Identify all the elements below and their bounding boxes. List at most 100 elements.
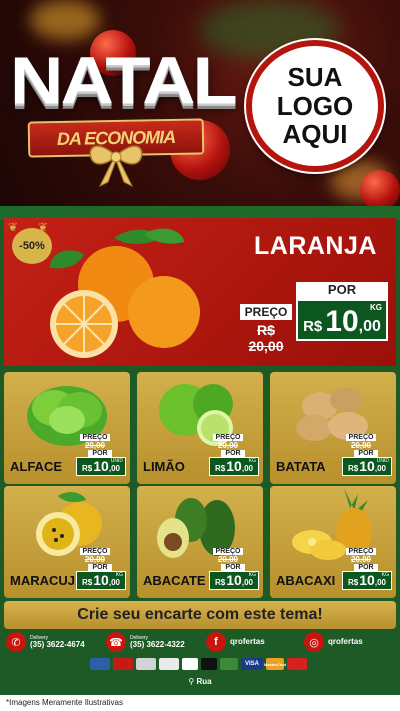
featured-product-card[interactable]: ❦ ❦ -50% LARANJA PREÇO R$ 20,00 POR R$ 1… <box>4 218 396 366</box>
instagram-handle: qrofertas <box>328 637 363 646</box>
price-int: 10 <box>93 458 109 474</box>
old-price: 20,00 <box>217 441 239 450</box>
product-price: PREÇO 20,00 POR R$ 10 ,00 UNID <box>342 434 392 476</box>
card-icon <box>182 658 198 670</box>
price-int: 10 <box>325 305 359 338</box>
price-unit: KG <box>115 572 123 578</box>
logo-placeholder: SUA LOGO AQUI <box>246 40 384 172</box>
old-price: 20,00 <box>84 555 106 564</box>
facebook-icon: f <box>206 632 226 652</box>
price-int: 10 <box>226 572 242 588</box>
pix-icon <box>159 658 179 670</box>
price-unit: KG <box>248 458 256 464</box>
location-pin-icon: ⚲ <box>188 677 195 686</box>
currency: R$ <box>348 464 359 473</box>
mastercard-icon: MasterCard <box>264 658 286 670</box>
product-card[interactable]: ALFACE PREÇO 20,00 POR R$ 10 ,00 UNID <box>4 372 130 484</box>
card-icon <box>220 658 238 670</box>
ornament-icon <box>360 170 400 210</box>
featured-product-name: LARANJA <box>254 232 377 260</box>
por-label: POR <box>221 450 245 457</box>
product-price: PREÇO 20,00 POR R$ 10 ,00 KG <box>342 548 392 590</box>
phone-icon: ☎ <box>106 632 126 652</box>
card-icon <box>287 658 307 670</box>
new-price: R$ 10 ,00 KG <box>296 299 388 341</box>
por-label: POR <box>354 564 378 571</box>
currency: R$ <box>303 318 323 335</box>
currency: R$ <box>348 578 359 587</box>
old-price: 20,00 <box>84 441 106 450</box>
preco-label: PREÇO <box>213 548 243 555</box>
preco-label: PREÇO <box>80 548 110 555</box>
price-dec: ,00 <box>241 464 253 473</box>
card-icon <box>136 658 156 670</box>
card-icon <box>201 658 217 670</box>
price-dec: ,00 <box>108 578 120 587</box>
whatsapp-icon: ✆ <box>6 632 26 652</box>
new-price: R$ 10 ,00 UNID <box>76 457 126 476</box>
address: ⚲ Rua <box>0 677 400 686</box>
old-price-block: PREÇO R$ 20,00 <box>240 304 292 354</box>
bow-icon <box>89 145 143 188</box>
preco-label: PREÇO <box>240 304 292 320</box>
por-label: POR <box>296 282 388 299</box>
product-card[interactable]: ABACAXI PREÇO 20,00 POR R$ 10 ,00 KG <box>270 486 396 598</box>
por-label: POR <box>88 450 112 457</box>
price-int: 10 <box>226 458 242 474</box>
bokeh-light <box>30 0 100 40</box>
product-price: PREÇO 20,00 POR R$ 10 ,00 KG <box>209 548 259 590</box>
currency: R$ <box>215 464 226 473</box>
contact-number: (35) 3622-4322 <box>130 639 185 649</box>
footer-disclaimer: *Imagens Meramente Ilustrativas <box>0 695 400 711</box>
facebook-contact[interactable]: f qrofertas <box>206 632 265 652</box>
old-price: 20,00 <box>350 555 372 564</box>
contact-number: (35) 3622-4674 <box>30 639 85 649</box>
price-dec: ,00 <box>374 464 386 473</box>
new-price: R$ 10 ,00 UNID <box>342 457 392 476</box>
new-price: R$ 10 ,00 KG <box>76 571 126 590</box>
old-price: R$ 20,00 <box>248 322 284 354</box>
logo-line: AQUI <box>282 119 348 150</box>
headline-natal: NATAL <box>10 43 238 118</box>
new-price: R$ 10 ,00 KG <box>209 457 259 476</box>
product-price: PREÇO 20,00 POR R$ 10 ,00 KG <box>76 548 126 590</box>
preco-label: PREÇO <box>213 434 243 441</box>
featured-price: PREÇO R$ 20,00 POR R$ 10 ,00 KG <box>240 282 390 354</box>
instagram-contact[interactable]: ◎ qrofertas <box>304 632 363 652</box>
currency: R$ <box>215 578 226 587</box>
price-dec: ,00 <box>358 318 381 335</box>
product-card[interactable]: BATATA PREÇO 20,00 POR R$ 10 ,00 UNID <box>270 372 396 484</box>
preco-label: PREÇO <box>346 434 376 441</box>
product-card[interactable]: MARACUJÁ PREÇO 20,00 POR R$ 10 ,00 KG <box>4 486 130 598</box>
product-name: LIMÃO <box>143 459 185 474</box>
price-int: 10 <box>359 458 375 474</box>
por-label: POR <box>221 564 245 571</box>
header-banner: NATAL DA ECONOMIA SUA LOGO AQUI <box>0 0 400 212</box>
product-name: MARACUJÁ <box>10 573 85 588</box>
por-label: POR <box>354 450 378 457</box>
visa-icon: VISA <box>241 658 263 670</box>
logo-line: SUA <box>287 62 343 93</box>
card-icon <box>113 658 133 670</box>
new-price: R$ 10 ,00 KG <box>342 571 392 590</box>
price-unit: KG <box>248 572 256 578</box>
whatsapp-contact[interactable]: ✆ Delivery (35) 3622-4674 <box>6 632 85 652</box>
instagram-icon: ◎ <box>304 632 324 652</box>
payment-methods: VISA MasterCard <box>90 657 320 671</box>
product-card[interactable]: LIMÃO PREÇO 20,00 POR R$ 10 ,00 KG <box>137 372 263 484</box>
price-unit: UNID <box>110 458 123 464</box>
product-card[interactable]: ABACATE PREÇO 20,00 POR R$ 10 ,00 KG <box>137 486 263 598</box>
product-name: BATATA <box>276 459 326 474</box>
price-int: 10 <box>93 572 109 588</box>
price-unit: UNID <box>376 458 389 464</box>
price-dec: ,00 <box>108 464 120 473</box>
product-price: PREÇO 20,00 POR R$ 10 ,00 KG <box>209 434 259 476</box>
price-unit: KG <box>370 303 382 312</box>
card-icon <box>90 658 110 670</box>
cta-banner[interactable]: Crie seu encarte com este tema! <box>4 601 396 629</box>
phone-contact[interactable]: ☎ Delivery (35) 3622-4322 <box>106 632 185 652</box>
old-price: 20,00 <box>350 441 372 450</box>
currency: R$ <box>82 464 93 473</box>
facebook-handle: qrofertas <box>230 637 265 646</box>
orange-image <box>49 228 200 358</box>
